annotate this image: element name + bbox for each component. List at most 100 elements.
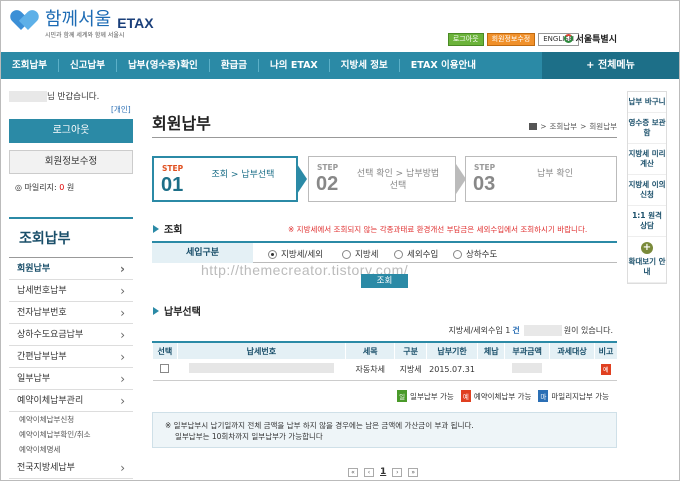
left-submenu-item[interactable]: 예약이체납부확인/취소 (9, 427, 133, 442)
step-number: 02 (316, 173, 339, 195)
quick-menu-label: 확대보기 안내 (628, 257, 666, 276)
info-box: ※ 일부납부시 납기일까지 전체 금액을 납부 하지 않을 경우에는 남은 금액… (152, 412, 617, 448)
pagination: « ‹ 1 › » (348, 467, 419, 477)
left-menu-item[interactable]: 전국지방세납부 (9, 457, 133, 479)
legend-text: 예약이체납부 가능 (473, 391, 532, 401)
last-page-icon[interactable]: » (408, 467, 419, 477)
logo-subtitle: 시민과 함께 세계와 함께 서울시 (45, 32, 125, 39)
quick-menu-label: 지방세 이의신청 (628, 180, 666, 199)
top-links: 로그아웃 회원정보수정 ENGLISH (447, 33, 579, 46)
nav-item[interactable]: 조회납부 (1, 59, 59, 72)
member-edit-button[interactable]: 회원정보수정 (9, 150, 133, 174)
greeting: 님 반갑습니다. (9, 90, 99, 102)
query-title: 조회 (164, 225, 183, 236)
section-bullet-icon (153, 224, 159, 233)
table-row: 자동차세 지방세 2015.07.31 예 (152, 359, 617, 381)
table-cell: 지방세 (394, 359, 427, 381)
radio-circle[interactable] (342, 249, 351, 259)
page: 함께서울 ETAX 시민과 함께 세계와 함께 서울시 로그아웃 회원정보수정 … (0, 0, 680, 481)
left-submenu-item[interactable]: 예약이체명세 (9, 442, 133, 457)
plus-icon: + (641, 242, 653, 254)
quick-menu-label: 영수증 보관함 (628, 118, 666, 137)
left-menu-item[interactable]: 간편납부납부 (9, 346, 133, 368)
radio-local[interactable]: 지방세 (342, 248, 378, 260)
radio-circle[interactable] (394, 249, 403, 259)
mileage: ◎ 마일리지: 0 원 (15, 183, 75, 192)
nav-item[interactable]: 나의 ETAX (259, 59, 330, 72)
quick-menu-item[interactable]: 지방세 미리계산 (628, 144, 666, 175)
member-edit-top-button[interactable]: 회원정보수정 (486, 33, 536, 46)
masked-tax-number (188, 363, 334, 374)
column-header: 비고 (593, 341, 617, 359)
legend-text: 일부납부 가능 (410, 391, 454, 401)
heart-logo-icon (15, 9, 41, 31)
mileage-value: 0 (59, 183, 65, 192)
mileage-label: 마일리지: (24, 183, 57, 192)
quick-menu-item[interactable]: 1:1 원격 상담 (628, 206, 666, 237)
left-menu-item[interactable]: 예약이체납부관리 (9, 390, 133, 412)
nav-item[interactable]: 환급금 (210, 59, 260, 72)
column-header: 세목 (345, 341, 395, 359)
table-cell (477, 359, 505, 381)
step-2: STEP 02 선택 확인 > 납부방법 선택 (308, 156, 456, 202)
quick-menu-label: 지방세 미리계산 (628, 149, 666, 168)
header: 함께서울 ETAX 시민과 함께 세계와 함께 서울시 로그아웃 회원정보수정 … (1, 1, 679, 51)
quick-menu-item[interactable]: 영수증 보관함 (628, 113, 666, 144)
left-submenu-item[interactable]: 예약이체납부신청 (9, 412, 133, 427)
first-page-icon[interactable]: « (348, 467, 358, 477)
table-cell: 예 (594, 359, 617, 381)
left-menu-item[interactable]: 회원납부 (9, 258, 133, 280)
count-prefix: 지방세/세외수입 1 (448, 326, 511, 335)
home-icon[interactable] (529, 123, 538, 130)
next-page-icon[interactable]: › (392, 467, 403, 477)
tax-item: 자동차세 (355, 364, 385, 374)
due-date: 2015.07.31 (429, 364, 475, 374)
nav-item[interactable]: 지방세 정보 (330, 59, 400, 72)
nav-item[interactable]: 신고납부 (59, 59, 117, 72)
radio-circle[interactable] (453, 249, 462, 259)
radio-nontax[interactable]: 세외수입 (394, 248, 438, 260)
left-menu: 조회납부 회원납부납세번호납부전자납부번호상하수도요금납부간편납부납부일부납부예… (9, 217, 133, 479)
step-1: STEP 01 조회 > 납부선택 (152, 156, 298, 202)
radio-water[interactable]: 상하수도 (453, 248, 497, 260)
page-title: 회원납부 (152, 114, 211, 133)
logout-button[interactable]: 로그아웃 (9, 119, 133, 143)
query-button[interactable]: 조회 (361, 274, 408, 288)
step-arrow-icon (297, 164, 307, 194)
select-title: 납부선택 (164, 307, 201, 318)
info-line: 일부납부는 10회차까지 일부납부가 가능합니다 (175, 432, 323, 441)
legend-badge: 마 (538, 390, 549, 402)
legend-badge: 일 (397, 390, 408, 402)
logout-top-button[interactable]: 로그아웃 (447, 33, 484, 46)
prev-page-icon[interactable]: ‹ (364, 467, 374, 477)
column-header: 부과금액 (504, 341, 550, 359)
step-label: STEP (474, 163, 496, 172)
column-header: 선택 (152, 341, 178, 359)
row-checkbox[interactable] (160, 363, 170, 373)
nav-item[interactable]: 납부(영수증)확인 (117, 59, 210, 72)
breadcrumb-item[interactable]: 조회납부 (549, 121, 577, 132)
radio-label: 지방세 (355, 250, 379, 260)
masked-amount (523, 325, 562, 336)
radio-local-nontax[interactable]: 지방세/세외 (268, 248, 323, 260)
step-label: STEP (317, 163, 339, 172)
page-number[interactable]: 1 (380, 467, 386, 477)
all-menu-button[interactable]: + 전체메뉴 (542, 52, 679, 79)
tax-kind: 지방세 (399, 364, 422, 374)
quick-menu-item[interactable]: 지방세 이의신청 (628, 175, 666, 206)
step-3: STEP 03 납부 확인 (465, 156, 617, 202)
radio-circle[interactable] (268, 249, 277, 259)
logo[interactable]: 함께서울 ETAX 시민과 함께 세계와 함께 서울시 (15, 9, 154, 40)
left-menu-item[interactable]: 일부납부 (9, 368, 133, 390)
left-menu-item[interactable]: 전자납부번호 (9, 302, 133, 324)
note-badge: 예 (600, 363, 611, 375)
masked-name (9, 91, 47, 102)
seoul-link[interactable]: 서울특별시 (563, 32, 617, 45)
quick-menu-item[interactable]: 납부 바구니 (628, 92, 666, 113)
left-menu-item[interactable]: 상하수도요금납부 (9, 324, 133, 346)
left-menu-item[interactable]: 납세번호납부 (9, 280, 133, 302)
table-cell (152, 359, 178, 381)
nav-item[interactable]: ETAX 이용안내 (400, 59, 487, 72)
quick-menu-item[interactable]: + 확대보기 안내 (628, 237, 666, 283)
query-section-title: 조회 (153, 221, 182, 236)
